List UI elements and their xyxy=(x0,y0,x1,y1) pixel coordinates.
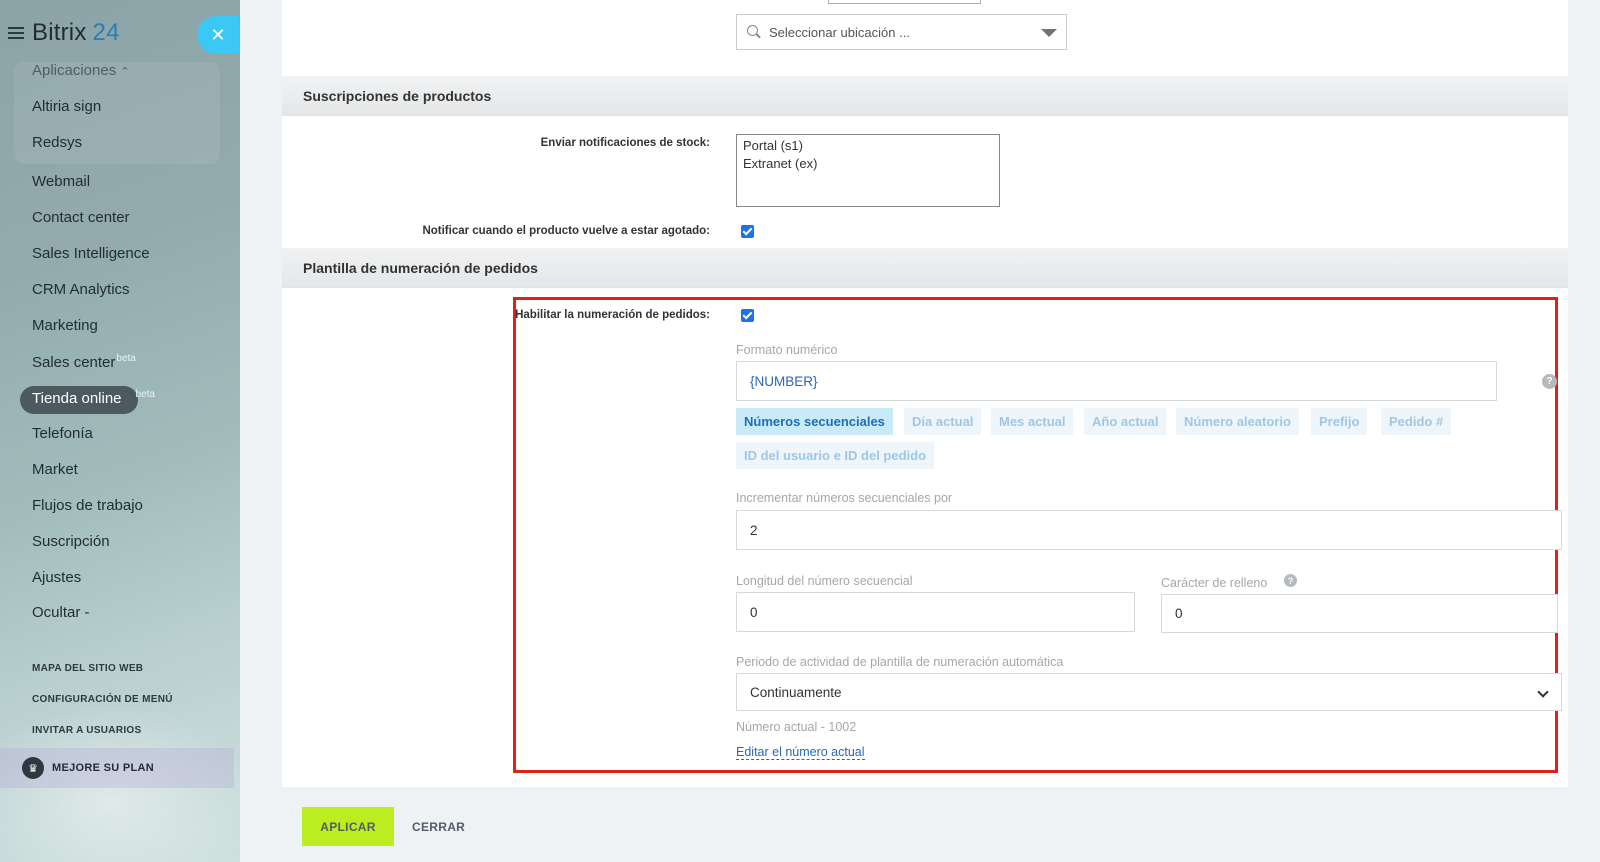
period-value: Continuamente xyxy=(750,684,842,700)
apply-button[interactable]: APLICAR xyxy=(302,807,394,846)
help-icon[interactable]: ? xyxy=(1542,374,1557,389)
beta-badge: beta xyxy=(116,353,136,364)
sidebar-item-flujos-de-trabajo[interactable]: Flujos de trabajo xyxy=(32,497,143,514)
chip-current-day[interactable]: Día actual xyxy=(904,408,982,435)
chip-prefix[interactable]: Prefijo xyxy=(1311,408,1368,435)
settings-panel: Seleccionar ubicación ... Suscripciones … xyxy=(282,0,1568,787)
notify-out-of-stock-checkbox[interactable] xyxy=(741,225,754,238)
stock-notifications-listbox[interactable]: Portal (s1) Extranet (ex) xyxy=(736,134,1000,207)
section-subscriptions-title: Suscripciones de productos xyxy=(282,76,1568,116)
beta-badge: beta xyxy=(135,389,155,400)
sidebar-apps-header[interactable]: Aplicaciones ⌃ xyxy=(32,62,130,79)
length-label: Longitud del número secuencial xyxy=(736,574,913,588)
fill-char-label: Carácter de relleno xyxy=(1161,576,1268,590)
sidebar-item-sales-intelligence[interactable]: Sales Intelligence xyxy=(32,245,150,262)
sidebar-item-market[interactable]: Market xyxy=(32,461,78,478)
format-label: Formato numérico xyxy=(736,343,838,357)
sitemap-link[interactable]: MAPA DEL SITIO WEB xyxy=(32,663,143,674)
sidebar-item-marketing[interactable]: Marketing xyxy=(32,317,98,334)
listbox-option[interactable]: Extranet (ex) xyxy=(743,155,993,173)
sidebar-item-sales-center[interactable]: Sales centerbeta xyxy=(32,353,136,371)
enable-numbering-label: Habilitar la numeración de pedidos: xyxy=(515,309,710,321)
partial-field xyxy=(828,0,981,4)
stock-notifications-label: Enviar notificaciones de stock: xyxy=(540,137,710,149)
sidebar-item-tienda-online[interactable]: Tienda online beta xyxy=(32,389,155,407)
sidebar-item-telefonia[interactable]: Telefonía xyxy=(32,425,93,442)
period-label: Periodo de actividad de plantilla de num… xyxy=(736,655,1064,669)
search-icon xyxy=(747,25,761,39)
menu-config-link[interactable]: CONFIGURACIÓN DE MENÚ xyxy=(32,694,173,705)
logo-row: Bitrix 24 xyxy=(8,16,120,50)
sidebar-item-crm-analytics[interactable]: CRM Analytics xyxy=(32,281,130,298)
increment-label: Incrementar números secuenciales por xyxy=(736,491,953,505)
sidebar-item-contact-center[interactable]: Contact center xyxy=(32,209,130,226)
upgrade-plan-label: MEJORE SU PLAN xyxy=(52,762,154,774)
close-button[interactable]: CERRAR xyxy=(412,820,465,834)
close-icon[interactable]: ✕ xyxy=(197,16,239,54)
chip-current-month[interactable]: Mes actual xyxy=(991,408,1074,435)
increment-input[interactable]: 2 xyxy=(736,510,1562,550)
period-select[interactable]: Continuamente xyxy=(736,673,1562,711)
location-placeholder: Seleccionar ubicación ... xyxy=(769,24,910,40)
section-numbering-title: Plantilla de numeración de pedidos xyxy=(282,248,1568,288)
crown-icon: ♛ xyxy=(22,757,44,779)
length-input[interactable]: 0 xyxy=(736,592,1135,632)
menu-icon[interactable] xyxy=(8,27,24,39)
sidebar-item-redsys[interactable]: Redsys xyxy=(32,134,82,151)
location-select[interactable]: Seleccionar ubicación ... xyxy=(736,14,1067,50)
chip-current-year[interactable]: Año actual xyxy=(1084,408,1167,435)
fill-char-input[interactable]: 0 xyxy=(1161,594,1558,633)
invite-users-link[interactable]: INVITAR A USUARIOS xyxy=(32,725,141,736)
chip-user-and-order-id[interactable]: ID del usuario e ID del pedido xyxy=(736,442,935,469)
format-input[interactable]: {NUMBER} xyxy=(736,361,1497,401)
sidebar-item-webmail[interactable]: Webmail xyxy=(32,173,90,190)
upgrade-plan-button[interactable]: ♛ MEJORE SU PLAN xyxy=(0,748,234,788)
sidebar-item-suscripcion[interactable]: Suscripción xyxy=(32,533,110,550)
chip-sequential-numbers[interactable]: Números secuenciales xyxy=(736,408,893,435)
enable-numbering-checkbox[interactable] xyxy=(741,309,754,322)
sidebar: Bitrix 24 Aplicaciones ⌃ Altiria sign Red… xyxy=(0,0,240,862)
sidebar-item-ocultar[interactable]: Ocultar - xyxy=(32,604,90,621)
chip-order-number[interactable]: Pedido # xyxy=(1381,408,1452,435)
notify-out-of-stock-label: Notificar cuando el producto vuelve a es… xyxy=(422,225,710,237)
listbox-option[interactable]: Portal (s1) xyxy=(743,137,993,155)
sidebar-item-ajustes[interactable]: Ajustes xyxy=(32,569,81,586)
chevron-down-icon xyxy=(1537,686,1549,698)
dropdown-arrow-icon xyxy=(1041,29,1057,37)
sidebar-item-altiria-sign[interactable]: Altiria sign xyxy=(32,98,101,115)
current-number-text: Número actual - 1002 xyxy=(736,720,857,734)
edit-current-number-link[interactable]: Editar el número actual xyxy=(736,745,865,760)
chip-random-number[interactable]: Número aleatorio xyxy=(1176,408,1299,435)
help-icon[interactable]: ? xyxy=(1284,574,1297,587)
chevron-up-icon: ⌃ xyxy=(120,66,130,78)
bitrix-logo[interactable]: Bitrix 24 xyxy=(32,19,120,47)
